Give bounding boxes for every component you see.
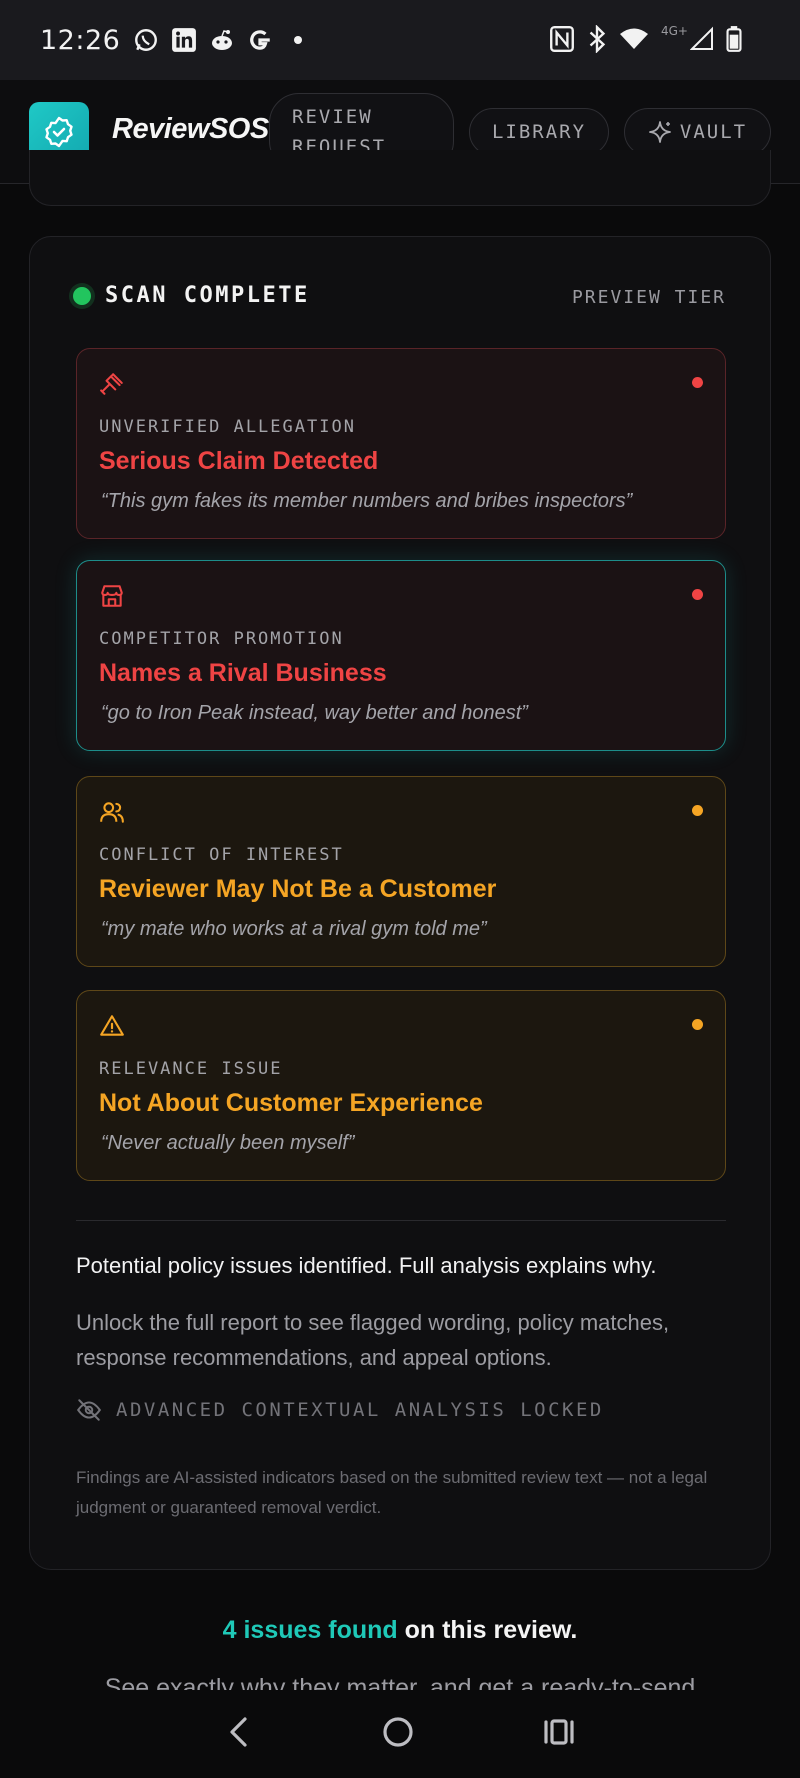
- sparkle-icon: [648, 121, 671, 143]
- severity-dot: [692, 1019, 703, 1030]
- brand-name: ReviewSOS: [112, 113, 269, 145]
- previous-card: [29, 150, 771, 206]
- nav-library[interactable]: LIBRARY: [469, 108, 609, 156]
- gavel-icon: [100, 373, 123, 395]
- issue-card[interactable]: RELEVANCE ISSUE Not About Customer Exper…: [76, 990, 726, 1181]
- severity-dot: [692, 805, 703, 816]
- issue-category: UNVERIFIED ALLEGATION: [99, 417, 356, 437]
- locked-label: ADVANCED CONTEXTUAL ANALYSIS LOCKED: [116, 1399, 604, 1421]
- badge-check-icon: [45, 116, 73, 148]
- severity-dot: [692, 377, 703, 388]
- status-time: 12:26: [40, 24, 121, 56]
- unlock-description: Unlock the full report to see flagged wo…: [76, 1310, 670, 1370]
- issue-quote: “my mate who works at a rival gym told m…: [101, 918, 487, 940]
- issues-count: 4 issues found: [222, 1616, 398, 1644]
- issue-title: Reviewer May Not Be a Customer: [99, 875, 497, 903]
- google-icon: [246, 26, 274, 54]
- home-button[interactable]: [381, 1715, 415, 1754]
- issue-quote: “This gym fakes its member numbers and b…: [101, 490, 633, 512]
- status-bar: 12:26 4G+: [0, 0, 800, 80]
- system-icons: 4G+: [549, 24, 742, 54]
- issue-category: COMPETITOR PROMOTION: [99, 629, 344, 649]
- reddit-icon: [208, 26, 236, 54]
- issue-title: Not About Customer Experience: [99, 1089, 483, 1117]
- system-nav-bar: [0, 1690, 800, 1778]
- network-label: 4G+: [661, 24, 688, 38]
- issue-card[interactable]: UNVERIFIED ALLEGATION Serious Claim Dete…: [76, 348, 726, 539]
- divider: [76, 1220, 726, 1221]
- nfc-icon: [549, 24, 575, 54]
- notification-icons: [132, 26, 312, 54]
- disclaimer: Findings are AI-assisted indicators base…: [76, 1468, 708, 1517]
- scan-status-dot: [73, 286, 91, 305]
- circle-home-icon: [383, 1716, 413, 1747]
- nav-vault-label: VAULT: [679, 121, 748, 143]
- chevron-left-icon: [230, 1716, 247, 1747]
- wifi-icon: [619, 24, 649, 54]
- linkedin-icon: [170, 26, 198, 54]
- storefront-icon: [101, 585, 123, 607]
- users-icon: [100, 802, 124, 823]
- issue-category: CONFLICT OF INTEREST: [99, 845, 344, 865]
- summary-headline: Potential policy issues identified. Full…: [76, 1253, 657, 1278]
- scan-status: SCAN COMPLETE: [105, 283, 310, 308]
- issue-title: Names a Rival Business: [99, 659, 387, 687]
- cta-subtext: See exactly why they matter, and get a r…: [104, 1674, 696, 1690]
- issue-quote: “Never actually been myself”: [101, 1132, 355, 1154]
- tier-label: PREVIEW TIER: [571, 287, 726, 308]
- issue-title: Serious Claim Detected: [99, 447, 379, 475]
- battery-icon: [726, 24, 742, 54]
- issues-found-rest: on this review.: [397, 1616, 578, 1644]
- locked-feature: ADVANCED CONTEXTUAL ANALYSIS LOCKED: [76, 1397, 604, 1423]
- scan-header: SCAN COMPLETE: [73, 283, 310, 308]
- nav-vault[interactable]: VAULT: [624, 108, 771, 156]
- recents-icon: [544, 1718, 574, 1745]
- dot-icon: [284, 26, 312, 54]
- issue-card[interactable]: CONFLICT OF INTEREST Reviewer May Not Be…: [76, 776, 726, 967]
- scan-result-card: SCAN COMPLETE PREVIEW TIER UNVERIFIED AL…: [29, 236, 771, 1570]
- back-button[interactable]: [224, 1715, 254, 1754]
- eye-off-icon: [76, 1399, 102, 1421]
- whatsapp-icon: [132, 26, 160, 54]
- warning-icon: [100, 1015, 124, 1036]
- severity-dot: [692, 589, 703, 600]
- issue-card[interactable]: COMPETITOR PROMOTION Names a Rival Busin…: [76, 560, 726, 751]
- issue-category: RELEVANCE ISSUE: [99, 1059, 283, 1079]
- bluetooth-icon: [587, 24, 607, 54]
- issues-found-heading: 4 issues found on this review.: [0, 1616, 800, 1645]
- signal-icon: 4G+: [661, 24, 714, 54]
- issue-quote: “go to Iron Peak instead, way better and…: [101, 702, 528, 724]
- recents-button[interactable]: [542, 1717, 576, 1752]
